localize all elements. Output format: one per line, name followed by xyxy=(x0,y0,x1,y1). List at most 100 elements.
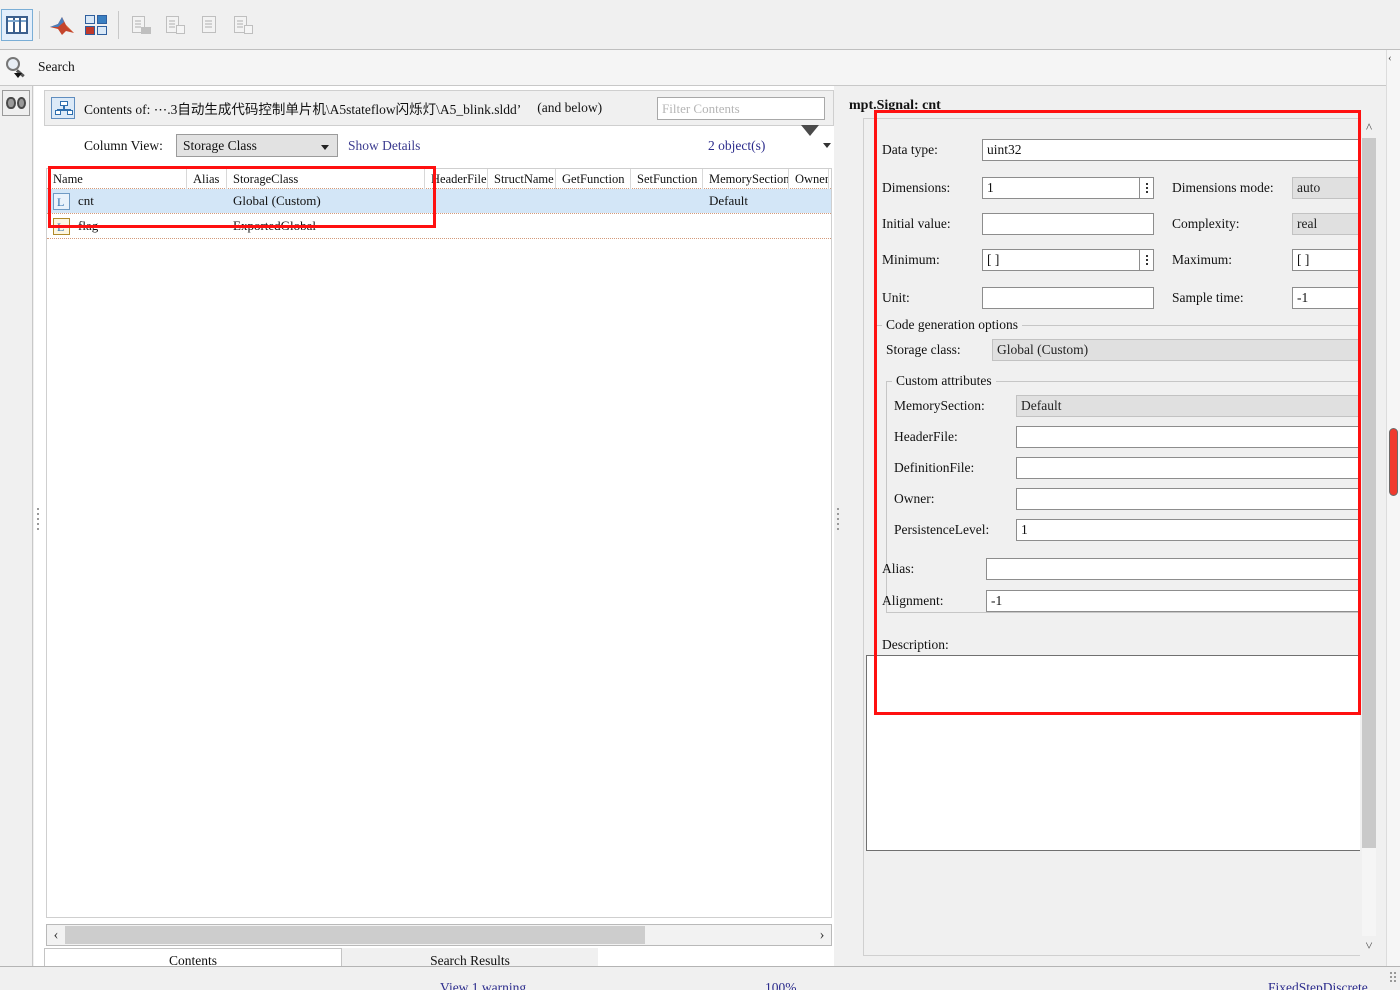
column-view-value: Storage Class xyxy=(183,137,257,153)
column-header-owner[interactable]: Owner xyxy=(789,169,829,189)
left-splitter-handle[interactable] xyxy=(35,508,41,534)
minimum-label: Minimum: xyxy=(882,252,940,267)
filter-contents-input[interactable] xyxy=(657,97,825,120)
column-header-storage_class[interactable]: StorageClass xyxy=(227,169,425,189)
cell-storage_class: Global (Custom) xyxy=(233,193,321,208)
description-label: Description: xyxy=(882,637,949,652)
dimensions-mode-label: Dimensions mode: xyxy=(1172,180,1274,195)
toolbar-divider xyxy=(39,11,40,39)
window-scroll-thumb[interactable] xyxy=(1389,428,1398,496)
contents-pane: Contents of: ⋯.3自动生成代码控制单片机\A5stateflow闪… xyxy=(34,86,834,990)
window-vertical-scrollbar[interactable]: ‹ xyxy=(1386,50,1400,990)
data-type-combobox[interactable]: uint32 xyxy=(982,139,1367,161)
minimum-stepper[interactable] xyxy=(1140,249,1154,271)
owner-input[interactable] xyxy=(1016,488,1366,510)
complexity-label: Complexity: xyxy=(1172,216,1240,231)
toolbar-simulink-button[interactable] xyxy=(80,9,112,41)
description-textarea[interactable] xyxy=(866,655,1364,851)
scroll-track[interactable] xyxy=(65,926,813,944)
objects-table: Name Alias StorageClass HeaderFile StructNam… xyxy=(46,168,832,918)
column-header-memory_section[interactable]: MemorySection xyxy=(703,169,789,189)
column-header-set_function[interactable]: SetFunction xyxy=(631,169,703,189)
header-file-label: HeaderFile: xyxy=(894,429,958,444)
row-separator xyxy=(47,238,831,239)
column-header-alias[interactable]: Alias xyxy=(187,169,227,189)
storage-class-value: Global (Custom) xyxy=(992,339,1362,361)
scroll-thumb[interactable] xyxy=(65,926,645,944)
unit-input[interactable] xyxy=(982,287,1154,309)
model-explorer-window: Search Contents of: ⋯.3自动生成代码控制单片机\A5sta… xyxy=(0,0,1400,990)
field-minimum: Minimum: [ ] Maximum: [ ] xyxy=(882,247,1367,273)
vscroll-thumb[interactable] xyxy=(1362,138,1376,848)
toolbar-divider-2 xyxy=(118,11,119,39)
table-header-row: Name Alias StorageClass HeaderFile StructNam… xyxy=(47,169,831,189)
property-fields-container: Data type: uint32 Dimensions: 1 Dimensio… xyxy=(863,118,1368,956)
binoculars-icon xyxy=(6,97,26,109)
status-warning-link[interactable]: View 1 warning xyxy=(440,980,526,990)
column-header-header_file[interactable]: HeaderFile xyxy=(425,169,488,189)
and-below-label: (and below) xyxy=(537,100,603,115)
maximum-input[interactable]: [ ] xyxy=(1292,249,1367,271)
toolbar-add-filter-button[interactable] xyxy=(125,9,157,41)
alias-label: Alias: xyxy=(882,561,915,576)
toolbar-copy-object-button[interactable] xyxy=(227,9,259,41)
alignment-input[interactable]: -1 xyxy=(986,590,1364,612)
matlab-icon xyxy=(49,14,75,36)
minimum-input[interactable]: [ ] xyxy=(982,249,1140,271)
search-label: Search xyxy=(38,59,75,74)
toolbar-model-explorer-button[interactable] xyxy=(1,9,33,41)
field-data-type: Data type: uint32 xyxy=(882,137,1367,163)
maximum-label: Maximum: xyxy=(1172,252,1232,267)
dimensions-mode-value: auto xyxy=(1292,177,1367,199)
chevron-down-icon xyxy=(321,145,329,150)
document-funnel-icon xyxy=(131,15,151,35)
funnel-chevron-down-icon[interactable] xyxy=(823,143,831,148)
definition-file-label: DefinitionFile: xyxy=(894,460,975,475)
data-type-value: uint32 xyxy=(987,142,1022,157)
dimensions-input[interactable]: 1 xyxy=(982,177,1140,199)
property-panel-vertical-scrollbar[interactable]: ^ ˅ xyxy=(1360,118,1378,956)
header-file-input[interactable] xyxy=(1016,426,1366,448)
scroll-up-icon[interactable]: ^ xyxy=(1360,118,1378,138)
dimensions-stepper[interactable] xyxy=(1140,177,1154,199)
model-hierarchy-toggle-button[interactable] xyxy=(2,90,30,116)
field-unit: Unit: Sample time: -1 xyxy=(882,285,1367,311)
status-zoom-level: 100% xyxy=(765,980,797,990)
persistence-level-input[interactable]: 1 xyxy=(1016,519,1366,541)
funnel-icon[interactable] xyxy=(801,125,821,155)
table-row[interactable]: Lflag ExportedGlobal xyxy=(47,214,831,238)
contents-path: ⋯.3自动生成代码控制单片机\A5stateflow闪烁灯\A5_blink.s… xyxy=(153,102,522,117)
dimensions-label: Dimensions: xyxy=(882,180,951,195)
definition-file-input[interactable] xyxy=(1016,457,1366,479)
scroll-left-icon[interactable]: ‹ xyxy=(47,926,65,944)
toolbar-matlab-button[interactable] xyxy=(46,9,78,41)
property-panel: mpt.Signal: cnt Data type: uint32 Dimens… xyxy=(845,86,1390,990)
scroll-right-icon[interactable]: › xyxy=(813,926,831,944)
scroll-up-icon[interactable]: ‹ xyxy=(1388,52,1392,64)
column-header-name[interactable]: Name xyxy=(47,169,187,189)
field-initial-value: Initial value: Complexity: real xyxy=(882,211,1367,237)
complexity-value: real xyxy=(1292,213,1367,235)
resize-grip-icon[interactable] xyxy=(1387,971,1397,982)
alias-input[interactable] xyxy=(986,558,1364,580)
column-header-get_function[interactable]: GetFunction xyxy=(556,169,631,189)
field-memory-section: MemorySection: Default xyxy=(894,393,1366,419)
toolbar-add-signal-button[interactable] xyxy=(159,9,191,41)
persistence-level-label: PersistenceLevel: xyxy=(894,522,990,537)
column-header-struct_name[interactable]: StructName xyxy=(488,169,556,189)
scroll-down-icon[interactable]: ˅ xyxy=(1360,936,1378,956)
vscroll-track[interactable] xyxy=(1362,138,1376,936)
search-button[interactable] xyxy=(2,53,32,83)
right-splitter-handle[interactable] xyxy=(835,508,841,534)
toolbar-edit-object-button[interactable] xyxy=(193,9,225,41)
initial-value-input[interactable] xyxy=(982,213,1154,235)
table-row[interactable]: Lcnt Global (Custom) Default xyxy=(47,189,831,213)
show-details-link[interactable]: Show Details xyxy=(348,138,420,154)
sample-time-input[interactable]: -1 xyxy=(1292,287,1367,309)
signal-object-icon: L xyxy=(53,217,70,235)
column-view-select[interactable]: Storage Class xyxy=(176,134,338,157)
field-header-file: HeaderFile: xyxy=(894,424,1366,450)
field-dimensions: Dimensions: 1 Dimensions mode: auto xyxy=(882,175,1367,201)
sample-time-label: Sample time: xyxy=(1172,290,1244,305)
contents-horizontal-scrollbar[interactable]: ‹ › xyxy=(46,924,832,946)
